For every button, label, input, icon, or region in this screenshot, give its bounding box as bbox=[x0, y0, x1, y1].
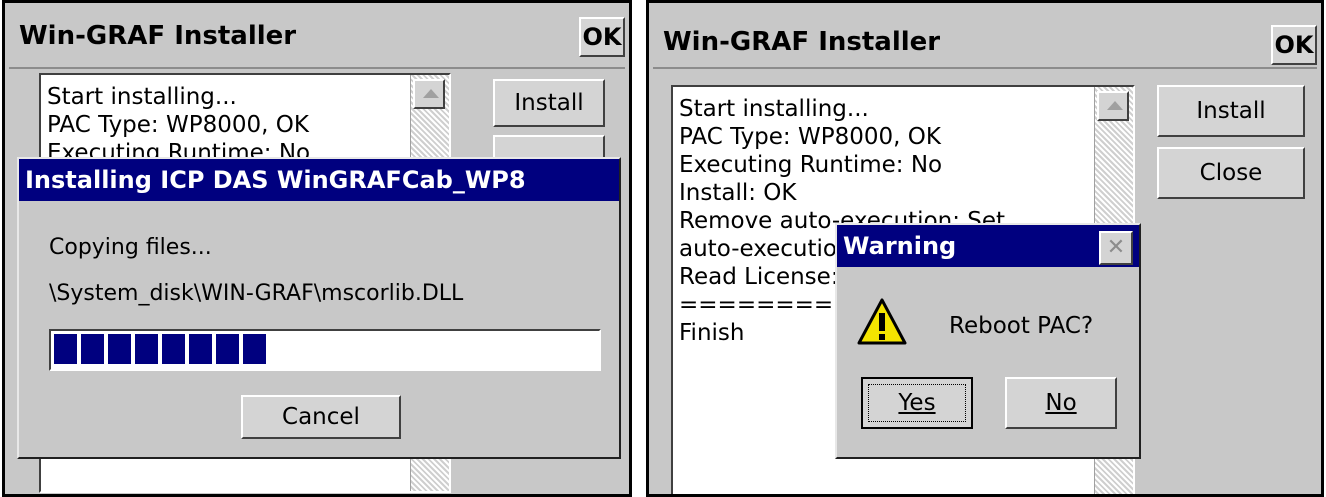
no-label: No bbox=[1045, 390, 1077, 416]
scroll-up-arrow-icon bbox=[1107, 101, 1123, 110]
log-line: Install: OK bbox=[679, 180, 797, 206]
cancel-button[interactable]: Cancel bbox=[241, 395, 401, 439]
file-path-text: \System_disk\WIN-GRAF\mscorlib.DLL bbox=[49, 281, 464, 306]
progress-segment bbox=[135, 334, 158, 364]
warning-dialog: Warning ✕ Reboot PAC? Yes No bbox=[835, 223, 1141, 459]
progress-segment bbox=[108, 334, 131, 364]
log-line: Start installing... bbox=[679, 96, 869, 122]
log-line: PAC Type: WP8000, OK bbox=[679, 124, 941, 150]
warning-message: Reboot PAC? bbox=[949, 313, 1094, 339]
dialog-title: Installing ICP DAS WinGRAFCab_WP8 bbox=[19, 159, 619, 201]
installer-window-right: Win-GRAF Installer OK Start installing..… bbox=[646, 0, 1324, 497]
progress-segment bbox=[81, 334, 104, 364]
scroll-up-button[interactable] bbox=[413, 79, 445, 109]
progress-dialog: Installing ICP DAS WinGRAFCab_WP8 Copyin… bbox=[17, 157, 621, 459]
focus-rect bbox=[868, 384, 966, 422]
progress-segment bbox=[189, 334, 212, 364]
ok-button[interactable]: OK bbox=[579, 17, 625, 57]
close-button[interactable]: Close bbox=[1157, 147, 1305, 199]
status-text: Copying files... bbox=[49, 235, 212, 260]
title-bar: Win-GRAF Installer OK bbox=[9, 11, 625, 69]
progress-segment bbox=[216, 334, 239, 364]
log-line: Start installing... bbox=[47, 84, 237, 110]
install-button[interactable]: Install bbox=[1157, 85, 1305, 137]
install-button[interactable]: Install bbox=[493, 79, 605, 127]
scroll-up-arrow-icon bbox=[423, 89, 439, 98]
installer-window-left: Win-GRAF Installer OK Start installing..… bbox=[2, 0, 632, 497]
log-line: PAC Type: WP8000, OK bbox=[47, 112, 309, 138]
warning-icon bbox=[857, 298, 907, 345]
progress-segment bbox=[243, 334, 266, 364]
yes-button[interactable]: Yes bbox=[861, 377, 973, 429]
log-lines: Start installing... PAC Type: WP8000, OK… bbox=[47, 83, 310, 167]
progress-segment bbox=[162, 334, 185, 364]
ok-button[interactable]: OK bbox=[1271, 25, 1317, 65]
progress-segment bbox=[54, 334, 77, 364]
log-line: Executing Runtime: No bbox=[679, 152, 943, 178]
app-title: Win-GRAF Installer bbox=[663, 27, 941, 57]
no-button[interactable]: No bbox=[1005, 377, 1117, 429]
close-icon[interactable]: ✕ bbox=[1099, 231, 1133, 265]
progress-bar bbox=[49, 329, 601, 371]
scroll-up-button[interactable] bbox=[1097, 91, 1129, 121]
app-title: Win-GRAF Installer bbox=[19, 21, 297, 51]
dialog-title: Warning bbox=[837, 225, 1139, 267]
title-bar: Win-GRAF Installer OK bbox=[653, 11, 1317, 69]
